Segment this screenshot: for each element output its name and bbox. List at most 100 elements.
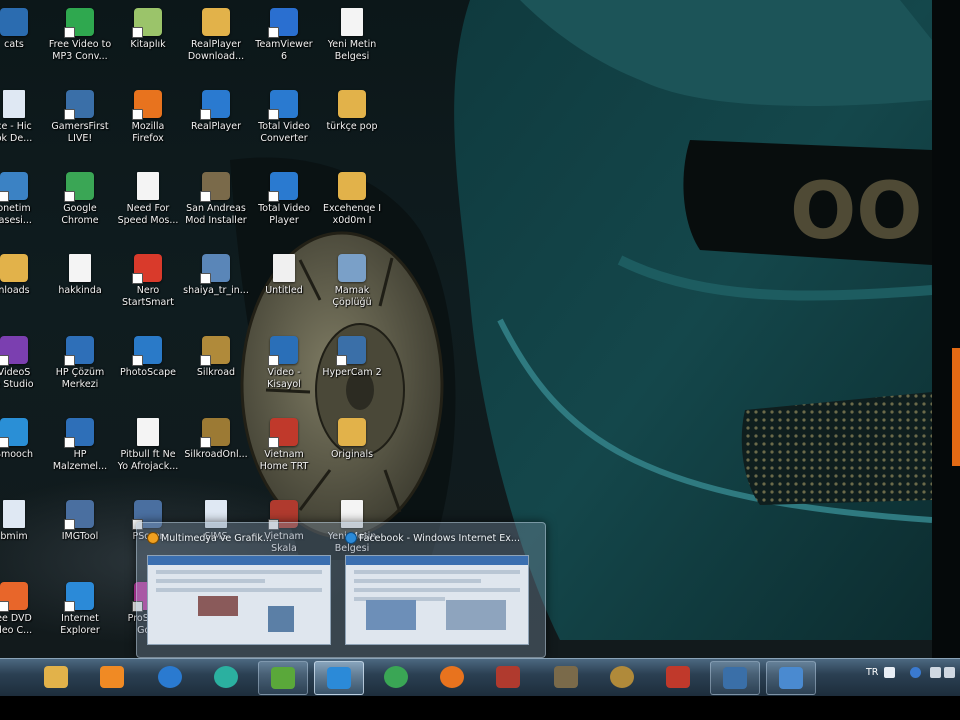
system-tray: TR xyxy=(860,659,960,697)
desktop-icon[interactable]: RealPlayer Download... xyxy=(180,8,252,63)
taskbar-button-gta[interactable] xyxy=(542,661,590,693)
video-shortcut-icon xyxy=(268,336,298,366)
realplayer-icon xyxy=(200,90,230,120)
circle-app-icon xyxy=(214,666,238,688)
desktop-icon-label: Need For Speed Mos... xyxy=(117,203,179,226)
desktop-icon[interactable]: Kitaplık xyxy=(112,8,184,51)
desktop-icon-label: Total Video Converter xyxy=(258,121,310,144)
preview-thumbnail-1[interactable] xyxy=(147,555,331,645)
desktop-icon[interactable]: Silkroad xyxy=(180,336,252,379)
desktop-icon[interactable]: GamersFirst LIVE! xyxy=(44,90,116,145)
desktop-icon[interactable]: shaiya_tr_in... xyxy=(180,254,252,297)
taskbar-button-internet-explorer[interactable] xyxy=(314,661,364,695)
desktop-icon[interactable]: cats xyxy=(0,8,50,51)
desktop-icon-label: Mozilla Firefox xyxy=(131,121,165,144)
desktop-icon[interactable]: Google Chrome xyxy=(44,172,116,227)
desktop-icon[interactable]: PhotoScape xyxy=(112,336,184,379)
desktop-icon[interactable]: Mozilla Firefox xyxy=(112,90,184,145)
desktop-icon[interactable]: Originals xyxy=(316,418,388,461)
firefox-icon xyxy=(440,666,464,688)
desktop-icon[interactable]: onetim lasesi... xyxy=(0,172,50,227)
folder-icon xyxy=(0,8,28,36)
silkroad-icon xyxy=(200,418,230,448)
desktop-icon[interactable]: Excehenqe I x0d0m I xyxy=(316,172,388,227)
preview-title-2: Facebook - Windows Internet Ex... xyxy=(359,533,520,544)
desktop-icon[interactable]: VideoS e Studio xyxy=(0,336,50,391)
teamviewer-icon xyxy=(268,8,298,38)
keyboard-icon[interactable] xyxy=(884,667,895,678)
taskbar-button-messenger-circle[interactable] xyxy=(202,661,250,693)
desktop-icon-label: PhotoScape xyxy=(119,367,177,378)
folder-icon xyxy=(0,254,28,282)
taskbar-thumbnail-preview: Multimedya ve Grafik... Facebook - Windo… xyxy=(136,522,546,658)
desktop-icon[interactable]: Vietnam Home TRT xyxy=(248,418,320,473)
desktop-icon[interactable]: Video - Kisayol xyxy=(248,336,320,391)
desktop-icon[interactable]: TeamViewer 6 xyxy=(248,8,320,63)
screen-edge-strip xyxy=(932,0,960,658)
preview-thumbnail-2[interactable] xyxy=(345,555,529,645)
language-indicator[interactable]: TR xyxy=(866,667,878,678)
taskbar-button-vietnam[interactable] xyxy=(654,661,702,693)
desktop-icon[interactable]: HP Malzemel... xyxy=(44,418,116,473)
desktop-icon[interactable]: Yeni Metin Belgesi xyxy=(316,8,388,63)
svg-text:OO: OO xyxy=(790,167,923,257)
preview-title-1: Multimedya ve Grafik... xyxy=(161,533,272,544)
desktop-icon[interactable]: Need For Speed Mos... xyxy=(112,172,184,227)
taskbar-button-explorer[interactable] xyxy=(32,661,80,693)
desktop-icon[interactable]: San Andreas Mod Installer xyxy=(180,172,252,227)
desktop-icon-label: SilkroadOnl... xyxy=(184,449,248,460)
desktop-icon-label: IMGTool xyxy=(61,531,99,542)
desktop-icon[interactable]: ce - Hic ok De... xyxy=(0,90,50,145)
taskbar-button-silkroad[interactable] xyxy=(598,661,646,693)
folder-icon xyxy=(338,172,366,200)
desktop-icon[interactable]: HP Çözüm Merkezi xyxy=(44,336,116,391)
desktop-icon-label: Smooch xyxy=(0,449,34,460)
taskbar-button-firefox[interactable] xyxy=(428,661,476,693)
recycle-bin-icon xyxy=(338,254,366,282)
desktop-icon[interactable]: Untitled xyxy=(248,254,320,297)
network-icon[interactable] xyxy=(944,667,955,678)
desktop-icon[interactable]: Total Video Player xyxy=(248,172,320,227)
taskbar-button-window-app[interactable] xyxy=(766,661,816,695)
screen-bottom-border xyxy=(0,696,960,720)
desktop-icon[interactable]: SilkroadOnl... xyxy=(180,418,252,461)
desktop-icon[interactable]: RealPlayer xyxy=(180,90,252,133)
taskbar-button-realplayer[interactable] xyxy=(146,661,194,693)
help-icon[interactable] xyxy=(910,667,921,678)
flag-icon[interactable] xyxy=(930,667,941,678)
desktop-icon[interactable]: IMGTool xyxy=(44,500,116,543)
image-file-icon xyxy=(273,254,295,282)
desktop-icon-label: Excehenqe I x0d0m I xyxy=(322,203,382,226)
desktop-icon[interactable]: Free Video to MP3 Conv... xyxy=(44,8,116,63)
side-orange-tab[interactable] xyxy=(952,348,960,466)
taskbar-button-hypercam[interactable] xyxy=(710,661,760,695)
desktop-icon[interactable]: Nero StartSmart xyxy=(112,254,184,309)
taskbar-button-chrome[interactable] xyxy=(372,661,420,693)
desktop-icon[interactable]: Internet Explorer xyxy=(44,582,116,637)
gta-icon xyxy=(554,666,578,688)
gamersfirst-icon xyxy=(64,90,94,120)
desktop-icon[interactable]: ee DVD deo C... xyxy=(0,582,50,637)
desktop-icon-label: Google Chrome xyxy=(61,203,99,226)
mp3-converter-icon xyxy=(64,8,94,38)
desktop-icon[interactable]: Pitbull ft Ne Yo Afrojack... xyxy=(112,418,184,473)
desktop-icon[interactable]: nloads xyxy=(0,254,50,297)
firefox-icon xyxy=(147,532,159,544)
desktop-icon[interactable]: Smooch xyxy=(0,418,50,461)
taskbar-button-game-w[interactable] xyxy=(484,661,532,693)
desktop-icon[interactable]: Total Video Converter xyxy=(248,90,320,145)
taskbar-button-media-player[interactable] xyxy=(88,661,136,693)
desktop-icon-label: HyperCam 2 xyxy=(322,367,382,378)
desktop-icon-label: cats xyxy=(4,39,24,50)
taskbar-button-windows-live-messenger[interactable] xyxy=(258,661,308,695)
desktop-icon[interactable]: hakkinda xyxy=(44,254,116,297)
desktop-icon[interactable]: bmim xyxy=(0,500,50,543)
desktop-icon[interactable]: türkçe pop xyxy=(316,90,388,133)
hp-icon xyxy=(64,336,94,366)
desktop-icon-label: ce - Hic ok De... xyxy=(0,121,33,144)
desktop-icon[interactable]: Mamak Çöplüğü xyxy=(316,254,388,309)
silkroad-icon xyxy=(610,666,634,688)
desktop-icon-label: San Andreas Mod Installer xyxy=(185,203,247,226)
desktop-icon[interactable]: HyperCam 2 xyxy=(316,336,388,379)
library-icon xyxy=(132,8,162,38)
